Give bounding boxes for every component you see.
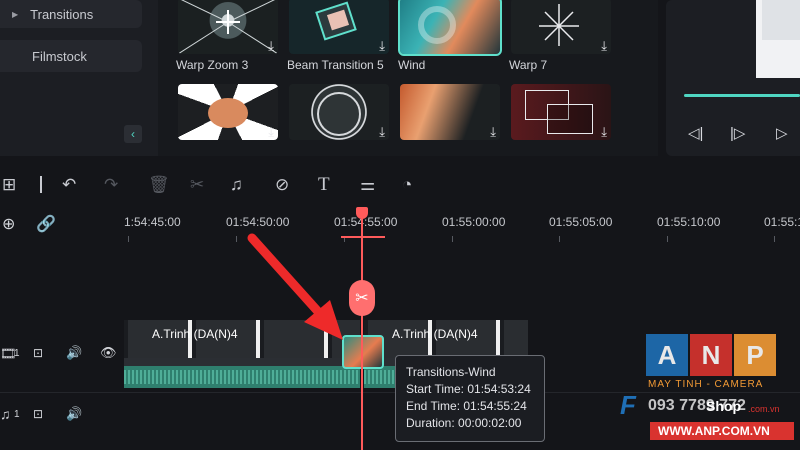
tooltip-title: Transitions-Wind xyxy=(406,365,496,379)
fpt-logo-icon: F xyxy=(620,390,636,420)
tooltip-duration: Duration: 00:00:02:00 xyxy=(406,416,522,430)
watermark-shop: Shop xyxy=(706,398,741,414)
watermark-logo-block: N xyxy=(690,334,732,376)
watermark-tagline: MAY TINH - CAMERA xyxy=(648,379,764,390)
editor-window: ▶ Transitions Filmstock ‹ ⤓ Warp Zoom 3 xyxy=(0,0,800,450)
watermark-site: WWW.ANP.COM.VN xyxy=(658,424,770,438)
tooltip-end-time: End Time: 01:54:55:24 xyxy=(406,399,527,413)
tooltip-start-time: Start Time: 01:54:53:24 xyxy=(406,382,531,396)
watermark-logo-block: P xyxy=(734,334,776,376)
transition-tooltip: Transitions-Wind Start Time: 01:54:53:24… xyxy=(395,355,545,442)
watermark-shop-domain: .com.vn xyxy=(748,404,780,414)
watermark-logo-block: A xyxy=(646,334,688,376)
